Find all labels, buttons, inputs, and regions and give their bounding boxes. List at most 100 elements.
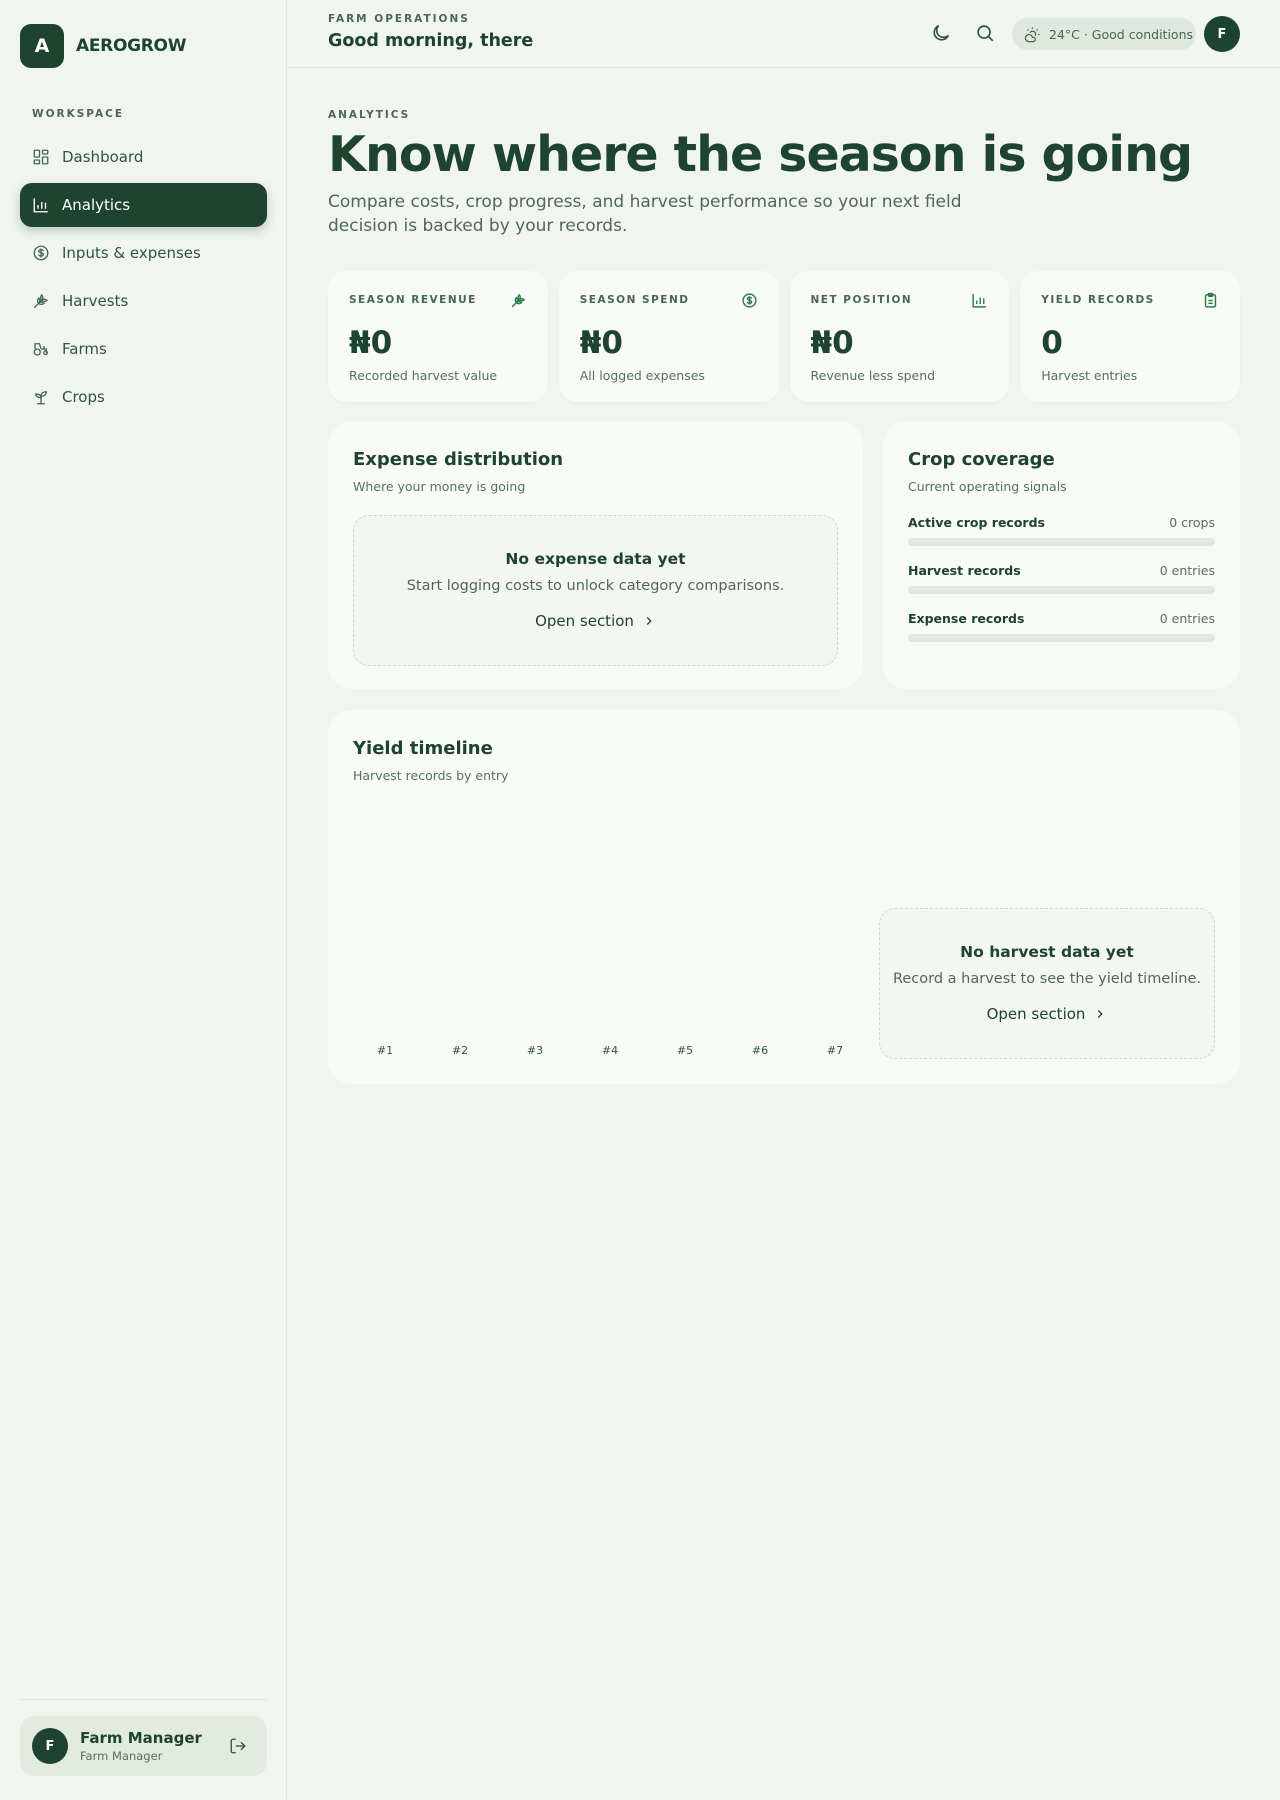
weather-text: 24°C · Good conditions bbox=[1049, 26, 1194, 42]
sidebar-item-inputs-expenses[interactable]: Inputs & expenses bbox=[20, 231, 267, 275]
sun-cloud-icon bbox=[1024, 26, 1040, 42]
x-tick-label: #7 bbox=[826, 1044, 844, 1057]
sprout-icon bbox=[35, 391, 47, 405]
sidebar-item-farms[interactable]: Farms bbox=[20, 327, 267, 371]
card-subtitle: Current operating signals bbox=[908, 479, 1067, 494]
sidebar-item-label: Crops bbox=[62, 388, 105, 406]
grid-icon bbox=[33, 149, 49, 165]
sidebar-item-label: Inputs & expenses bbox=[62, 244, 201, 262]
stat-subtext: All logged expenses bbox=[579, 368, 705, 383]
crop-coverage-card: Crop coverage Current operating signals … bbox=[883, 421, 1240, 689]
sidebar-item-label: Harvests bbox=[62, 292, 129, 310]
top-bar: FARM OPERATIONS Good morning, there 24°C… bbox=[288, 0, 1280, 68]
stat-card-season-revenue: SEASON REVENUE ₦0 Recorded harvest value bbox=[328, 271, 548, 402]
yield-chart-x-axis: #1 #2 #3 #4 #5 #6 #7 bbox=[353, 1044, 873, 1058]
empty-description: Start logging costs to unlock category c… bbox=[406, 578, 785, 594]
chevron-right-icon bbox=[1098, 1010, 1104, 1018]
wheat-icon bbox=[33, 294, 48, 309]
coverage-progress-bar bbox=[908, 538, 1215, 546]
sidebar: A AEROGROW WORKSPACE Dashboard Analytics… bbox=[0, 0, 287, 1800]
page-title: Know where the season is going bbox=[328, 126, 1193, 183]
bar-chart-icon bbox=[33, 198, 48, 213]
stat-cards: SEASON REVENUE ₦0 Recorded harvest value… bbox=[328, 271, 1240, 402]
card-title: Yield timeline bbox=[353, 738, 493, 759]
dollar-circle-icon bbox=[33, 245, 49, 261]
stat-card-season-spend: SEASON SPEND ₦0 All logged expenses bbox=[558, 271, 779, 402]
coverage-progress-bar bbox=[908, 586, 1215, 594]
empty-description: Record a harvest to see the yield timeli… bbox=[892, 971, 1202, 987]
open-section-link[interactable]: Open section bbox=[987, 1005, 1108, 1023]
chevron-right-icon bbox=[646, 617, 652, 625]
card-subtitle: Harvest records by entry bbox=[353, 768, 509, 783]
brand-logo: A bbox=[20, 24, 64, 68]
stat-value: ₦0 bbox=[349, 325, 393, 361]
page-eyebrow: ANALYTICS bbox=[328, 109, 411, 121]
page-description: Compare costs, crop progress, and harves… bbox=[328, 192, 962, 236]
sidebar-item-dashboard[interactable]: Dashboard bbox=[20, 135, 267, 179]
search-icon[interactable] bbox=[974, 22, 996, 44]
sidebar-item-label: Analytics bbox=[62, 196, 131, 214]
header-avatar[interactable]: F bbox=[1204, 16, 1240, 52]
user-info: Farm Manager Farm Manager bbox=[80, 1729, 202, 1763]
user-role: Farm Manager bbox=[80, 1749, 163, 1763]
user-name: Farm Manager bbox=[80, 1729, 202, 1747]
sidebar-divider bbox=[20, 1699, 267, 1700]
expense-distribution-card: Expense distribution Where your money is… bbox=[328, 421, 863, 689]
x-tick-label: #5 bbox=[676, 1044, 694, 1057]
x-tick-label: #2 bbox=[451, 1044, 469, 1057]
x-tick-label: #6 bbox=[751, 1044, 769, 1057]
user-card[interactable]: F Farm Manager Farm Manager bbox=[20, 1716, 267, 1776]
brand[interactable]: A AEROGROW bbox=[20, 24, 186, 68]
sidebar-item-harvests[interactable]: Harvests bbox=[20, 279, 267, 323]
weather-badge: 24°C · Good conditions bbox=[1012, 18, 1196, 50]
x-tick-label: #4 bbox=[601, 1044, 619, 1057]
coverage-value: 0 crops bbox=[1169, 515, 1215, 530]
open-section-link[interactable]: Open section bbox=[535, 612, 656, 630]
tractor-icon bbox=[33, 343, 49, 356]
bar-chart-icon bbox=[972, 294, 987, 308]
sidebar-item-label: Farms bbox=[62, 340, 107, 358]
sidebar-nav: Dashboard Analytics Inputs & expenses Ha… bbox=[20, 135, 267, 423]
stat-subtext: Harvest entries bbox=[1041, 368, 1138, 383]
empty-title: No expense data yet bbox=[505, 550, 686, 568]
stat-label: SEASON REVENUE bbox=[349, 294, 477, 306]
stat-label: SEASON SPEND bbox=[579, 294, 690, 306]
stat-subtext: Revenue less spend bbox=[810, 368, 936, 383]
stat-subtext: Recorded harvest value bbox=[349, 368, 498, 383]
card-subtitle: Where your money is going bbox=[353, 479, 526, 494]
moon-icon[interactable] bbox=[930, 22, 952, 44]
coverage-progress-bar bbox=[908, 634, 1215, 642]
clipboard-icon bbox=[1204, 292, 1217, 308]
harvest-empty-state: No harvest data yet Record a harvest to … bbox=[879, 908, 1215, 1059]
stat-value: ₦0 bbox=[579, 325, 623, 361]
stat-value: 0 bbox=[1041, 325, 1063, 361]
x-tick-label: #3 bbox=[526, 1044, 544, 1057]
sidebar-item-label: Dashboard bbox=[62, 148, 144, 166]
logout-icon[interactable] bbox=[229, 1737, 247, 1755]
coverage-label: Expense records bbox=[908, 611, 1025, 626]
wheat-icon bbox=[511, 293, 525, 308]
brand-name: AEROGROW bbox=[76, 36, 187, 56]
card-title: Expense distribution bbox=[353, 449, 564, 470]
stat-label: NET POSITION bbox=[810, 294, 913, 306]
stat-label: YIELD RECORDS bbox=[1041, 294, 1155, 306]
stat-value: ₦0 bbox=[810, 325, 854, 361]
coverage-value: 0 entries bbox=[1159, 611, 1215, 626]
card-title: Crop coverage bbox=[908, 449, 1055, 470]
sidebar-item-analytics[interactable]: Analytics bbox=[20, 183, 267, 227]
yield-timeline-card: Yield timeline Harvest records by entry … bbox=[328, 710, 1240, 1084]
workspace-label: WORKSPACE bbox=[32, 108, 125, 120]
stat-card-net-position: NET POSITION ₦0 Revenue less spend bbox=[789, 271, 1010, 402]
x-tick-label: #1 bbox=[376, 1044, 394, 1057]
avatar: F bbox=[32, 1728, 68, 1764]
stat-card-yield-records: YIELD RECORDS 0 Harvest entries bbox=[1020, 271, 1240, 402]
sidebar-item-crops[interactable]: Crops bbox=[20, 375, 267, 419]
greeting: Good morning, there bbox=[328, 31, 534, 51]
expense-empty-state: No expense data yet Start logging costs … bbox=[353, 515, 838, 666]
dollar-circle-icon bbox=[741, 293, 757, 308]
link-label: Open section bbox=[535, 612, 634, 630]
coverage-label: Active crop records bbox=[908, 515, 1045, 530]
link-label: Open section bbox=[986, 1005, 1086, 1023]
coverage-value: 0 entries bbox=[1159, 563, 1215, 578]
coverage-label: Harvest records bbox=[908, 563, 1021, 578]
